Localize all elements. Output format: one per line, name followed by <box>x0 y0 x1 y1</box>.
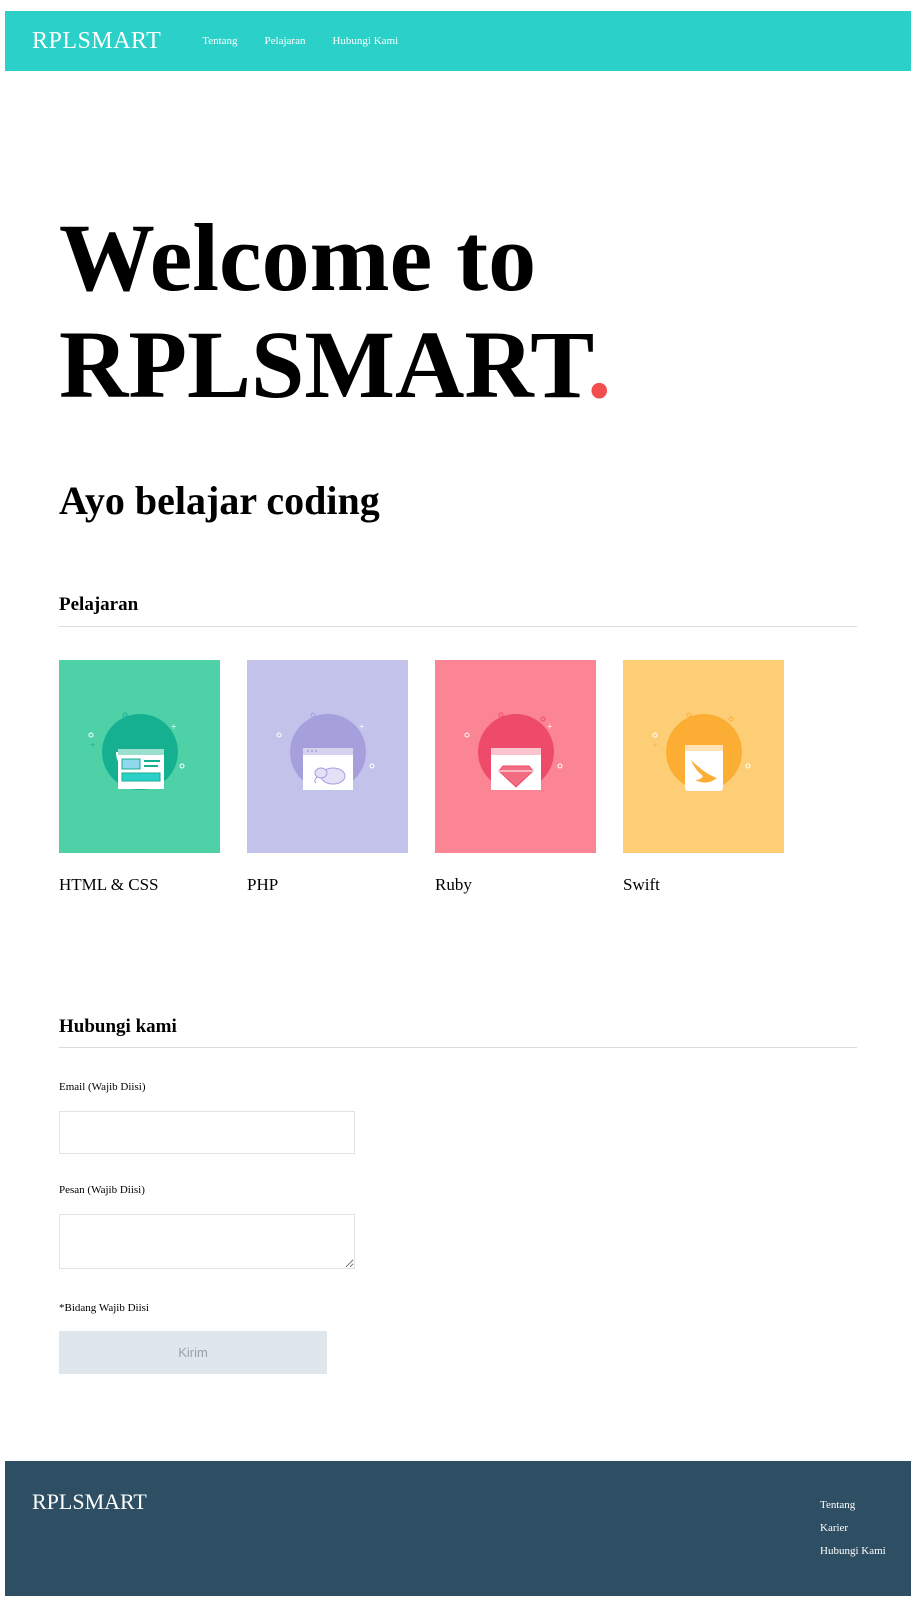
footer-link-karier[interactable]: Karier <box>820 1522 886 1534</box>
header-logo[interactable]: RPLSMART <box>32 28 161 55</box>
message-field[interactable] <box>59 1214 355 1269</box>
hero-heading: Welcome to RPLSMART. <box>59 204 611 418</box>
lesson-card-swift[interactable]: + Swift <box>623 660 784 895</box>
email-field[interactable] <box>59 1111 355 1154</box>
nav-link-hubungi-kami[interactable]: Hubungi Kami <box>332 35 398 47</box>
lesson-card-php[interactable]: + PHP <box>247 660 408 895</box>
footer-link-tentang[interactable]: Tentang <box>820 1499 886 1511</box>
hero-dot: . <box>587 311 612 418</box>
swift-bird-icon: + <box>652 712 751 791</box>
nav-link-pelajaran[interactable]: Pelajaran <box>265 35 306 47</box>
hero-line-1: Welcome to <box>59 204 537 311</box>
lesson-thumb-ruby: + <box>435 660 596 853</box>
lessons-title: Pelajaran <box>59 594 139 615</box>
php-elephant-icon: + <box>276 712 375 790</box>
svg-text:+: + <box>171 722 177 733</box>
lesson-card-ruby[interactable]: + Ruby <box>435 660 596 895</box>
ruby-gem-icon: + <box>464 712 563 790</box>
lesson-thumb-html-css: + + <box>59 660 220 853</box>
svg-text:+: + <box>359 722 365 733</box>
email-label: Email (Wajib Diisi) <box>59 1081 146 1093</box>
submit-button[interactable]: Kirim <box>59 1331 327 1374</box>
lesson-card-html-css[interactable]: + + HTML & CSS <box>59 660 220 895</box>
hero-brand: RPLSMART <box>59 311 588 418</box>
site-footer: RPLSMART Tentang Karier Hubungi Kami <box>5 1461 911 1596</box>
hero-subtitle: Ayo belajar coding <box>59 478 380 523</box>
svg-text:+: + <box>653 740 658 750</box>
lesson-label: Swift <box>623 875 660 894</box>
lesson-thumb-swift: + <box>623 660 784 853</box>
footer-logo[interactable]: RPLSMART <box>32 1489 147 1515</box>
required-note: *Bidang Wajib Diisi <box>59 1302 149 1314</box>
svg-text:+: + <box>547 722 553 733</box>
hero-line-2: RPLSMART. <box>59 311 611 418</box>
lessons-divider <box>59 626 857 627</box>
footer-links: Tentang Karier Hubungi Kami <box>820 1499 886 1568</box>
contact-title: Hubungi kami <box>59 1016 177 1037</box>
contact-divider <box>59 1047 857 1048</box>
footer-link-hubungi-kami[interactable]: Hubungi Kami <box>820 1545 886 1557</box>
site-header: RPLSMART Tentang Pelajaran Hubungi Kami <box>5 11 911 71</box>
html-css-icon: + + <box>88 712 185 790</box>
nav-link-tentang[interactable]: Tentang <box>202 35 237 47</box>
lesson-label: HTML & CSS <box>59 875 159 894</box>
header-nav: Tentang Pelajaran Hubungi Kami <box>202 35 425 47</box>
lesson-label: PHP <box>247 875 279 894</box>
lesson-label: Ruby <box>435 875 472 894</box>
lesson-thumb-php: + <box>247 660 408 853</box>
svg-text:+: + <box>90 740 95 750</box>
message-label: Pesan (Wajib Diisi) <box>59 1184 145 1196</box>
